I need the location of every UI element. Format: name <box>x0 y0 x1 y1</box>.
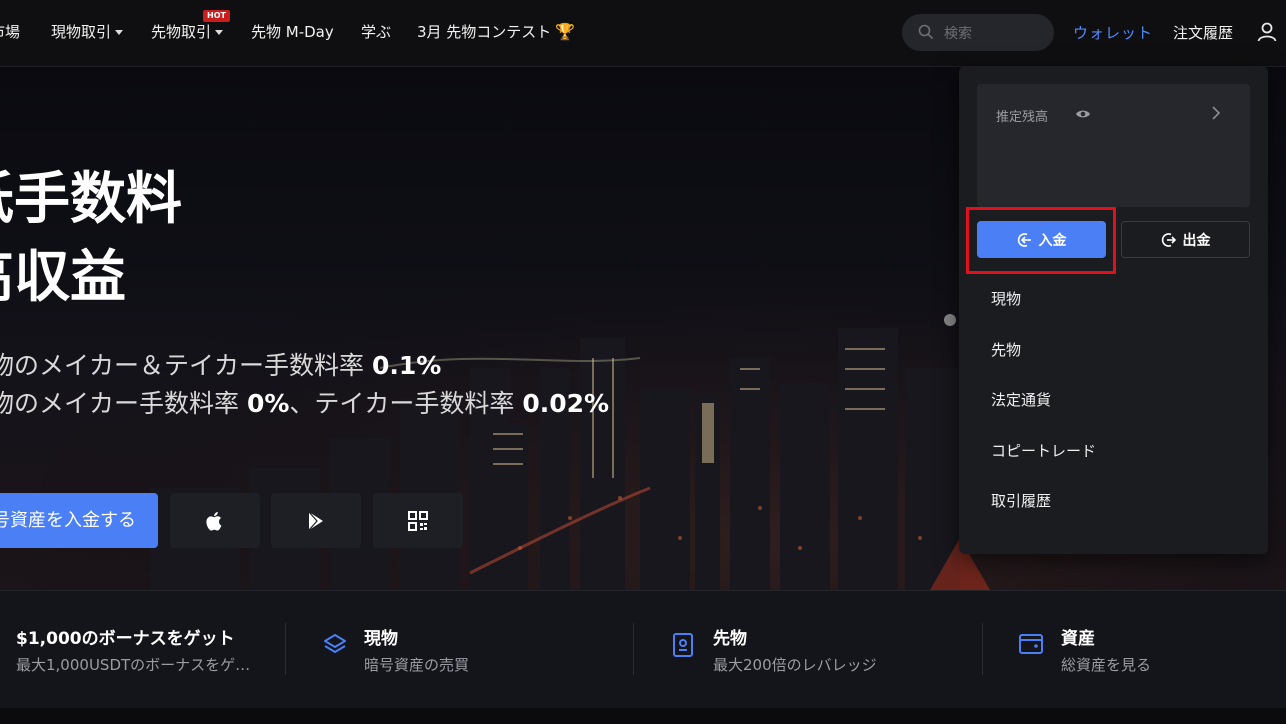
trophy-icon: 🏆 <box>555 22 576 41</box>
feature-strip: $1,000のボーナスをゲット 最大1,000USDTのボーナスをゲ… 現物 暗… <box>0 590 1286 708</box>
google-play-button[interactable] <box>271 493 361 548</box>
futures-maker-value: 0% <box>246 389 290 418</box>
nav-contest[interactable]: 3月 先物コンテスト 🏆 <box>417 22 575 42</box>
top-navigation: 市場 現物取引 先物取引 HOT 先物 M-Day 学ぶ 3月 先物コンテスト🏆… <box>0 0 1286 67</box>
qr-code-button[interactable] <box>373 493 463 548</box>
eye-icon[interactable] <box>1075 108 1091 120</box>
nav-learn[interactable]: 学ぶ <box>361 22 391 42</box>
hero-title-line1: 低手数料 <box>0 167 182 232</box>
deposit-crypto-button[interactable]: 暗号資産を入金する <box>0 493 158 548</box>
feature-assets-title: 資産 <box>1061 629 1095 649</box>
document-icon <box>673 633 693 657</box>
wallet-dropdown: 推定残高 入金 出金 現物 先物 法定通貨 コピートレード 取引履歴 <box>959 66 1268 554</box>
withdraw-label: 出金 <box>1182 232 1211 249</box>
app-store-button[interactable] <box>170 493 260 548</box>
divider <box>982 623 983 675</box>
orders-link[interactable]: 注文履歴 <box>1173 22 1233 43</box>
deposit-highlight-box <box>966 207 1116 274</box>
withdraw-icon <box>1161 232 1176 247</box>
apple-icon <box>206 512 222 531</box>
estimated-balance-card[interactable]: 推定残高 <box>977 84 1250 207</box>
feature-spot-desc: 暗号資産の売買 <box>364 656 470 674</box>
menu-item-trade-history[interactable]: 取引履歴 <box>991 490 1051 511</box>
nav-contest-label: 3月 先物コンテスト <box>417 23 552 41</box>
hero-subtitle-futures: 先物のメイカー手数料率 0%、テイカー手数料率 0.02% <box>0 388 609 420</box>
user-icon[interactable] <box>1256 21 1278 43</box>
menu-item-spot[interactable]: 現物 <box>991 288 1021 309</box>
feature-bonus-title: $1,000のボーナスをゲット <box>16 629 235 649</box>
feature-futures-desc: 最大200倍のレバレッジ <box>713 656 877 674</box>
nav-mday[interactable]: 先物 M-Day <box>251 22 334 42</box>
hot-badge: HOT <box>203 10 230 22</box>
menu-item-fiat[interactable]: 法定通貨 <box>991 389 1051 410</box>
nav-market[interactable]: 市場 <box>0 22 20 42</box>
divider <box>285 623 286 675</box>
futures-maker-text: 先物のメイカー手数料率 <box>0 389 240 418</box>
search-box[interactable]: 検索 <box>902 14 1054 51</box>
hero-title-line2: 高収益 <box>0 245 126 310</box>
spot-fee-text: 現物のメイカー＆テイカー手数料率 <box>0 351 372 380</box>
layers-icon <box>324 634 346 653</box>
withdraw-button[interactable]: 出金 <box>1121 221 1250 258</box>
futures-taker-value: 0.02% <box>522 389 610 418</box>
nav-market-label: 市場 <box>0 23 21 41</box>
nav-spot-label: 現物取引 <box>51 23 112 41</box>
chevron-down-icon <box>215 30 224 35</box>
search-icon <box>918 24 934 40</box>
wallet-icon <box>1019 634 1043 654</box>
chevron-right-icon[interactable] <box>1211 106 1221 120</box>
menu-item-futures[interactable]: 先物 <box>991 339 1021 360</box>
feature-assets-desc: 総資産を見る <box>1061 656 1152 674</box>
menu-item-copy-trade[interactable]: コピートレード <box>991 440 1096 461</box>
spot-fee-value: 0.1% <box>371 351 442 380</box>
nav-spot[interactable]: 現物取引 <box>51 22 124 42</box>
feature-futures-title: 先物 <box>713 629 747 649</box>
balance-label: 推定残高 <box>996 110 1049 125</box>
futures-taker-text: 、テイカー手数料率 <box>289 389 523 418</box>
google-play-icon <box>308 511 323 531</box>
hero-subtitle-spot: 現物のメイカー＆テイカー手数料率 0.1% <box>0 350 441 382</box>
feature-spot-title: 現物 <box>364 629 398 649</box>
feature-bonus-desc: 最大1,000USDTのボーナスをゲ… <box>16 656 251 674</box>
divider <box>633 623 634 675</box>
nav-futures[interactable]: 先物取引 <box>151 22 224 42</box>
nav-futures-label: 先物取引 <box>151 23 212 41</box>
qr-code-icon <box>408 511 428 531</box>
wallet-link[interactable]: ウォレット <box>1073 22 1153 43</box>
chevron-down-icon <box>115 30 124 35</box>
search-placeholder: 検索 <box>944 26 972 42</box>
